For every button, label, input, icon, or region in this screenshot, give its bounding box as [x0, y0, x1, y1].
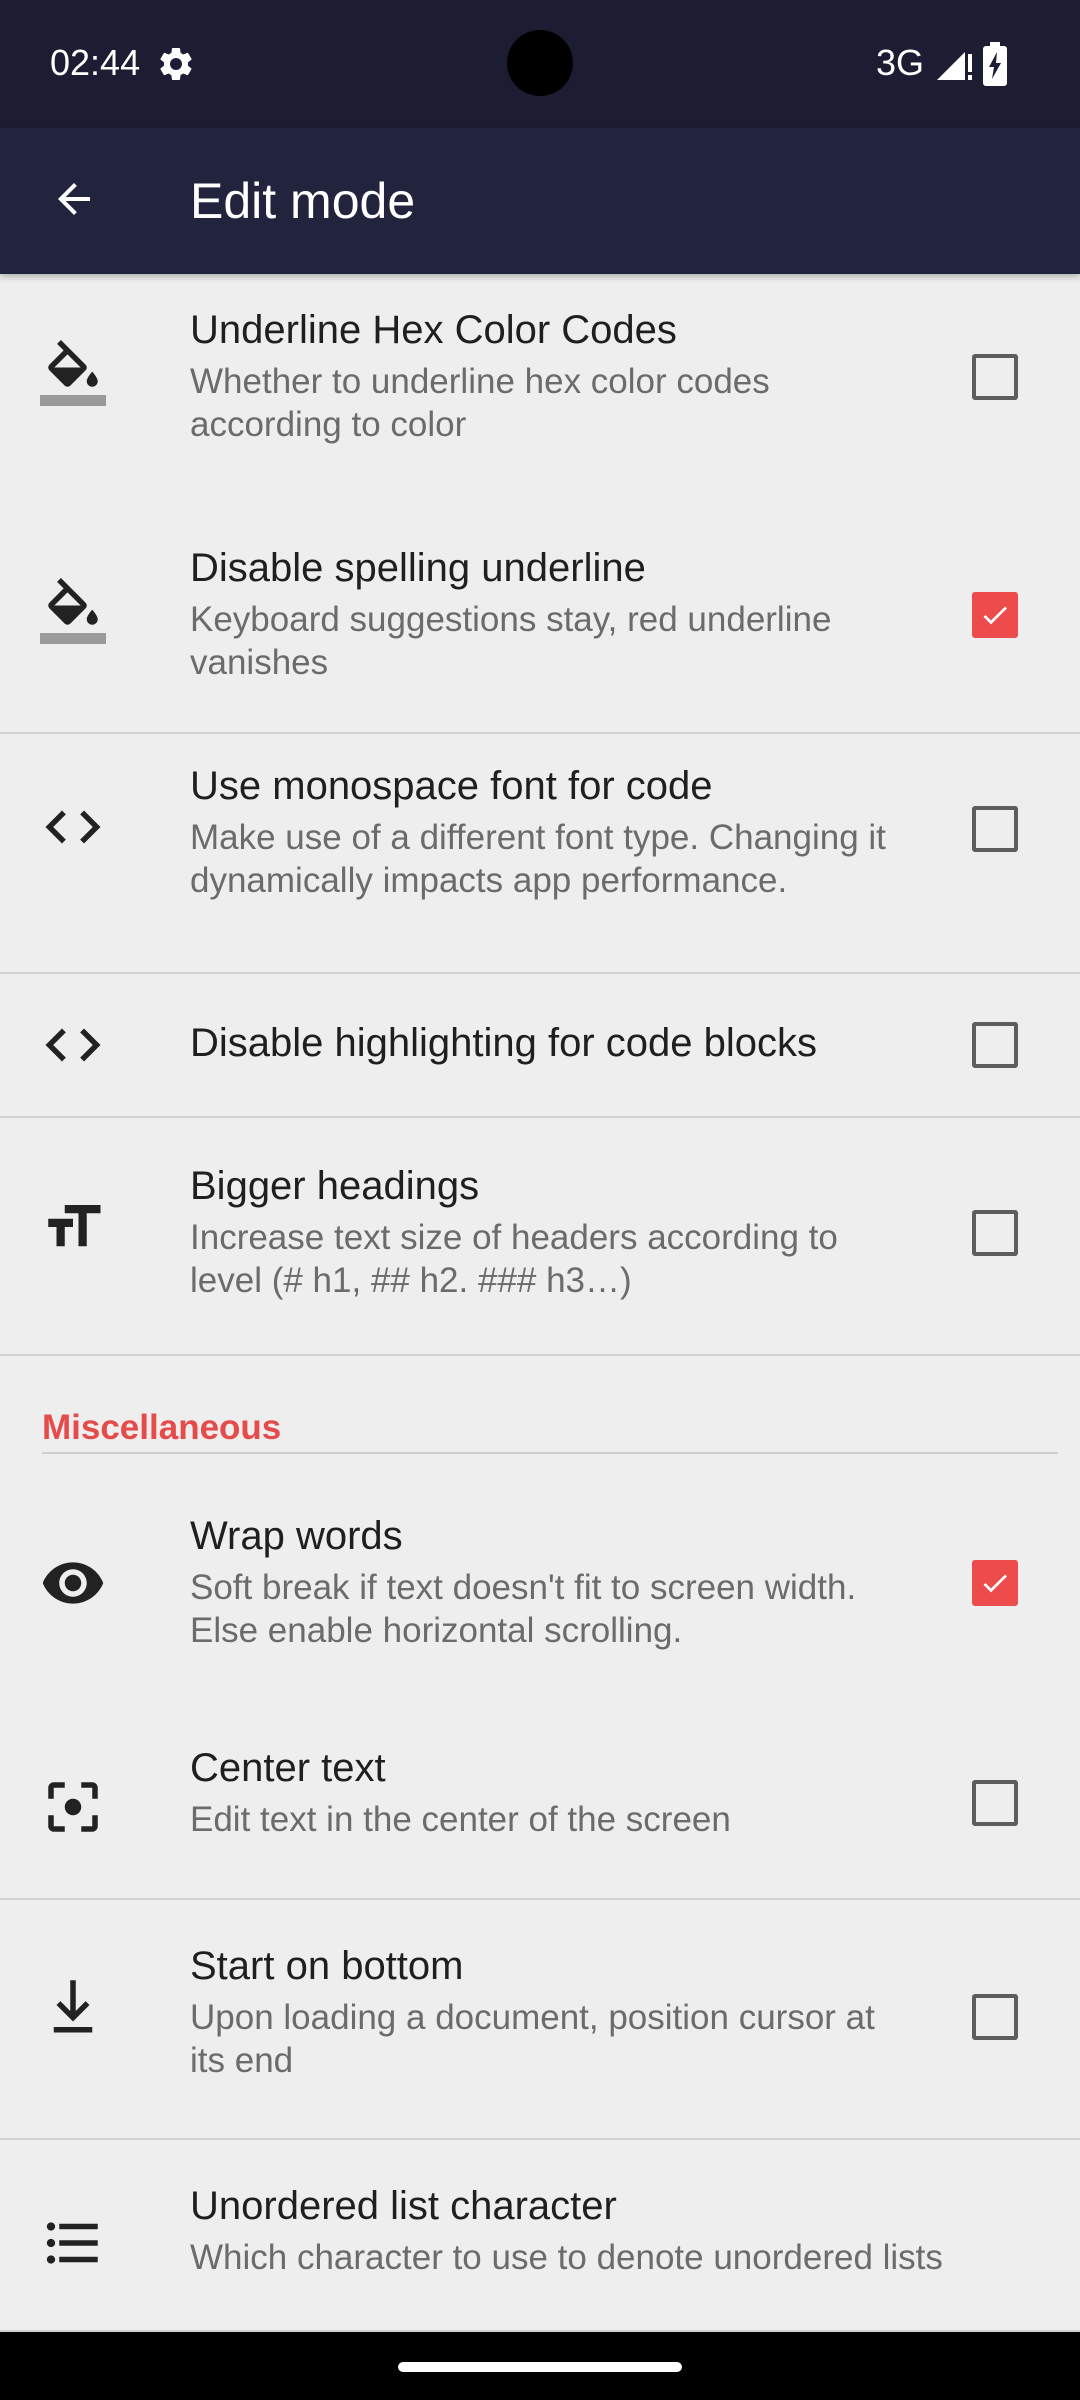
gear-icon	[156, 44, 196, 84]
setting-title: Underline Hex Color Codes	[190, 308, 677, 352]
section-header-miscellaneous: Miscellaneous	[42, 1408, 282, 1447]
divider	[0, 1354, 1080, 1356]
setting-summary: Whether to underline hex color codes acc…	[190, 362, 770, 444]
home-gesture-handle[interactable]	[398, 2362, 682, 2372]
setting-summary: Keyboard suggestions stay, red underline…	[190, 600, 832, 682]
checkbox[interactable]	[972, 354, 1018, 400]
setting-unordered-list-character[interactable]: Unordered list character Which character…	[0, 2140, 1080, 2330]
setting-center-text[interactable]: Center text Edit text in the center of t…	[0, 1714, 1080, 1896]
center-focus-icon	[40, 1774, 106, 1840]
checkbox-checked[interactable]	[972, 592, 1018, 638]
setting-summary: Increase text size of headers according …	[190, 1218, 838, 1300]
setting-title: Unordered list character	[190, 2184, 617, 2228]
download-icon	[40, 1972, 106, 2038]
format-color-fill-icon	[40, 340, 106, 406]
signal-icon	[935, 46, 975, 82]
code-icon	[40, 794, 106, 860]
eye-icon	[40, 1550, 106, 1616]
app-bar: Edit mode	[0, 128, 1080, 274]
status-time: 02:44	[50, 42, 141, 83]
checkbox[interactable]	[972, 1210, 1018, 1256]
setting-summary: Edit text in the center of the screen	[190, 1800, 731, 1839]
list-bulleted-icon	[40, 2210, 106, 2276]
setting-summary: Which character to use to denote unorder…	[190, 2238, 943, 2277]
setting-title: Bigger headings	[190, 1164, 480, 1208]
navigation-bar	[0, 2332, 1080, 2400]
battery-charging-icon	[982, 42, 1008, 86]
checkbox-checked[interactable]	[972, 1560, 1018, 1606]
check-icon	[983, 606, 1007, 625]
checkbox[interactable]	[972, 806, 1018, 852]
setting-wrap-words[interactable]: Wrap words Soft break if text doesn't fi…	[0, 1470, 1080, 1700]
setting-title: Wrap words	[190, 1514, 403, 1558]
camera-cutout	[507, 30, 573, 96]
setting-title: Disable highlighting for code blocks	[190, 1021, 818, 1065]
setting-disable-spelling-underline[interactable]: Disable spelling underline Keyboard sugg…	[0, 514, 1080, 732]
checkbox[interactable]	[972, 1022, 1018, 1068]
setting-underline-hex-colors[interactable]: Underline Hex Color Codes Whether to und…	[0, 274, 1080, 492]
setting-disable-code-highlighting[interactable]: Disable highlighting for code blocks	[0, 974, 1080, 1116]
setting-summary: Soft break if text doesn't fit to screen…	[190, 1568, 857, 1650]
setting-start-on-bottom[interactable]: Start on bottom Upon loading a document,…	[0, 1900, 1080, 2112]
setting-title: Center text	[190, 1746, 386, 1790]
settings-list[interactable]: Underline Hex Color Codes Whether to und…	[0, 274, 1080, 2332]
arrow-back-icon	[58, 183, 90, 215]
check-icon	[983, 1574, 1007, 1593]
checkbox[interactable]	[972, 1994, 1018, 2040]
code-icon	[40, 1012, 106, 1078]
setting-bigger-headings[interactable]: Bigger headings Increase text size of he…	[0, 1118, 1080, 1330]
network-type: 3G	[876, 42, 925, 83]
setting-summary: Make use of a different font type. Chang…	[190, 818, 886, 900]
checkbox[interactable]	[972, 1780, 1018, 1826]
setting-title: Start on bottom	[190, 1944, 464, 1988]
format-color-fill-icon	[40, 578, 106, 644]
page-title: Edit mode	[190, 173, 416, 229]
section-divider	[42, 1452, 1058, 1454]
status-bar: 02:44 3G	[0, 0, 1080, 128]
setting-title: Disable spelling underline	[190, 546, 646, 590]
setting-monospace-font[interactable]: Use monospace font for code Make use of …	[0, 734, 1080, 946]
text-size-icon	[40, 1194, 106, 1260]
setting-title: Use monospace font for code	[190, 764, 713, 808]
back-button[interactable]	[38, 163, 110, 235]
setting-summary: Upon loading a document, position cursor…	[190, 1998, 875, 2080]
